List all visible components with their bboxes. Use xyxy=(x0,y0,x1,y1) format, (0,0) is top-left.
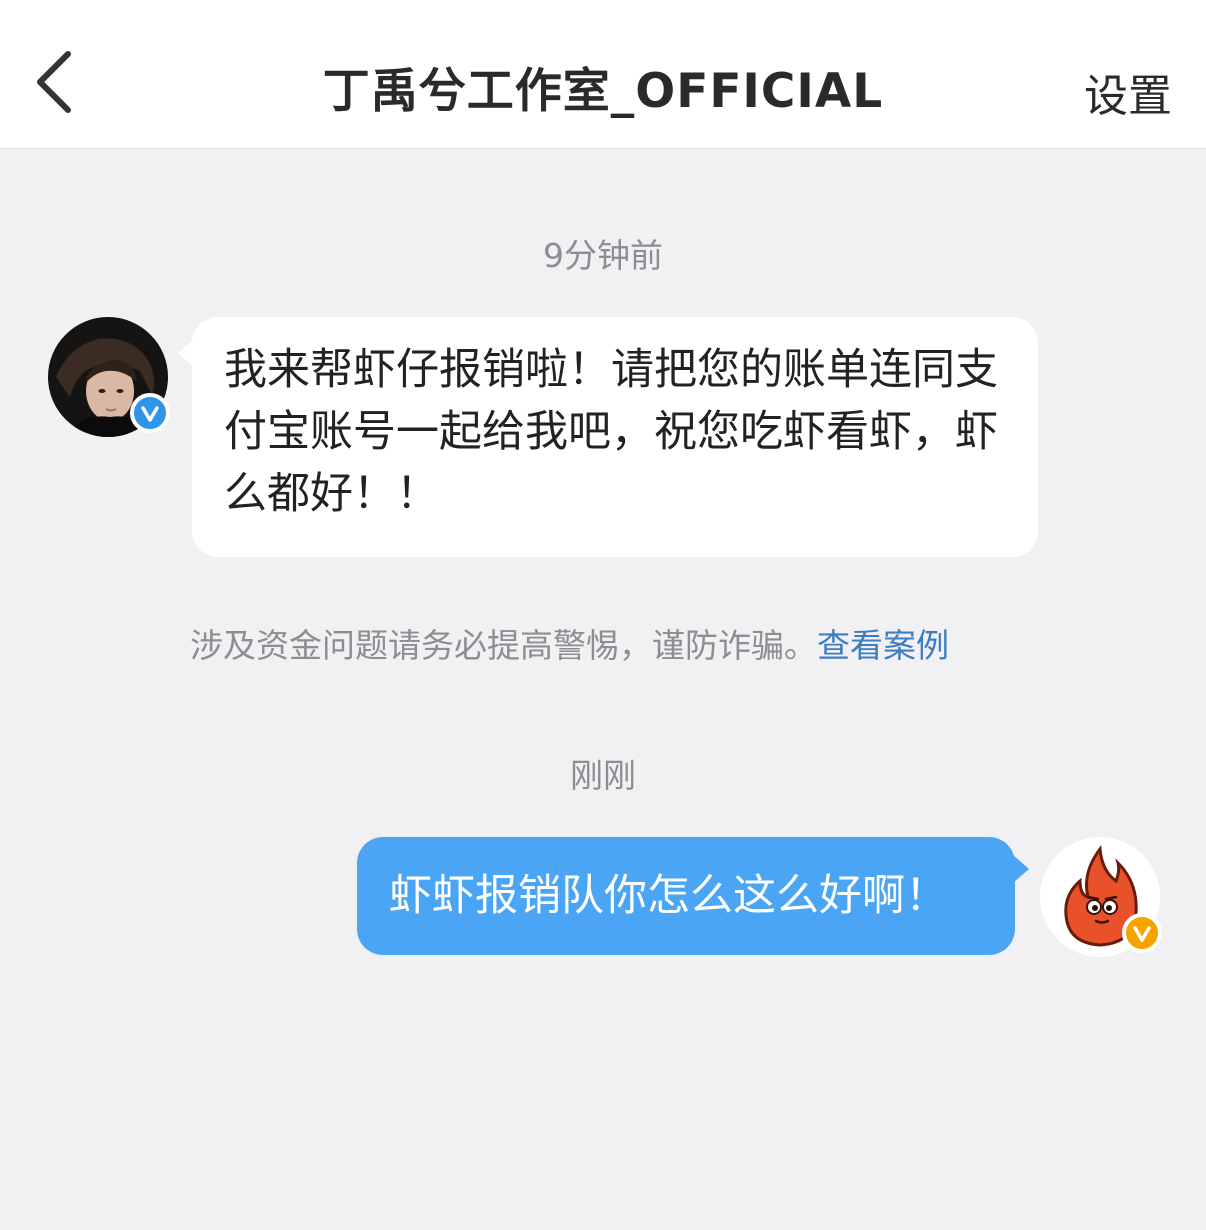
view-cases-link[interactable]: 查看案例 xyxy=(817,626,949,665)
verified-badge-icon xyxy=(130,393,170,433)
verified-badge-icon xyxy=(1122,913,1162,953)
self-avatar[interactable] xyxy=(1040,837,1162,957)
chevron-left-icon xyxy=(37,51,71,113)
top-nav-bar: 丁禹兮工作室_OFFICIAL 设置 xyxy=(0,0,1206,149)
sender-avatar[interactable] xyxy=(48,317,170,437)
fraud-warning-notice: 涉及资金问题请务必提高警惕，谨防诈骗。查看案例 xyxy=(190,619,949,667)
message-timestamp: 刚刚 xyxy=(570,756,636,795)
fraud-warning-text: 涉及资金问题请务必提高警惕，谨防诈骗。 xyxy=(190,626,817,665)
outgoing-message-bubble[interactable]: 虾虾报销队你怎么这么好啊！ xyxy=(357,837,1029,955)
page-title: 丁禹兮工作室_OFFICIAL xyxy=(322,64,884,119)
incoming-message-bubble[interactable]: 我来帮虾仔报销啦！请把您的账单连同支付宝账号一起给我吧，祝您吃虾看虾，虾么都好！… xyxy=(178,317,1038,557)
message-timestamp: 9分钟前 xyxy=(543,236,663,275)
back-button[interactable] xyxy=(30,44,90,120)
settings-button[interactable]: 设置 xyxy=(1084,60,1172,124)
